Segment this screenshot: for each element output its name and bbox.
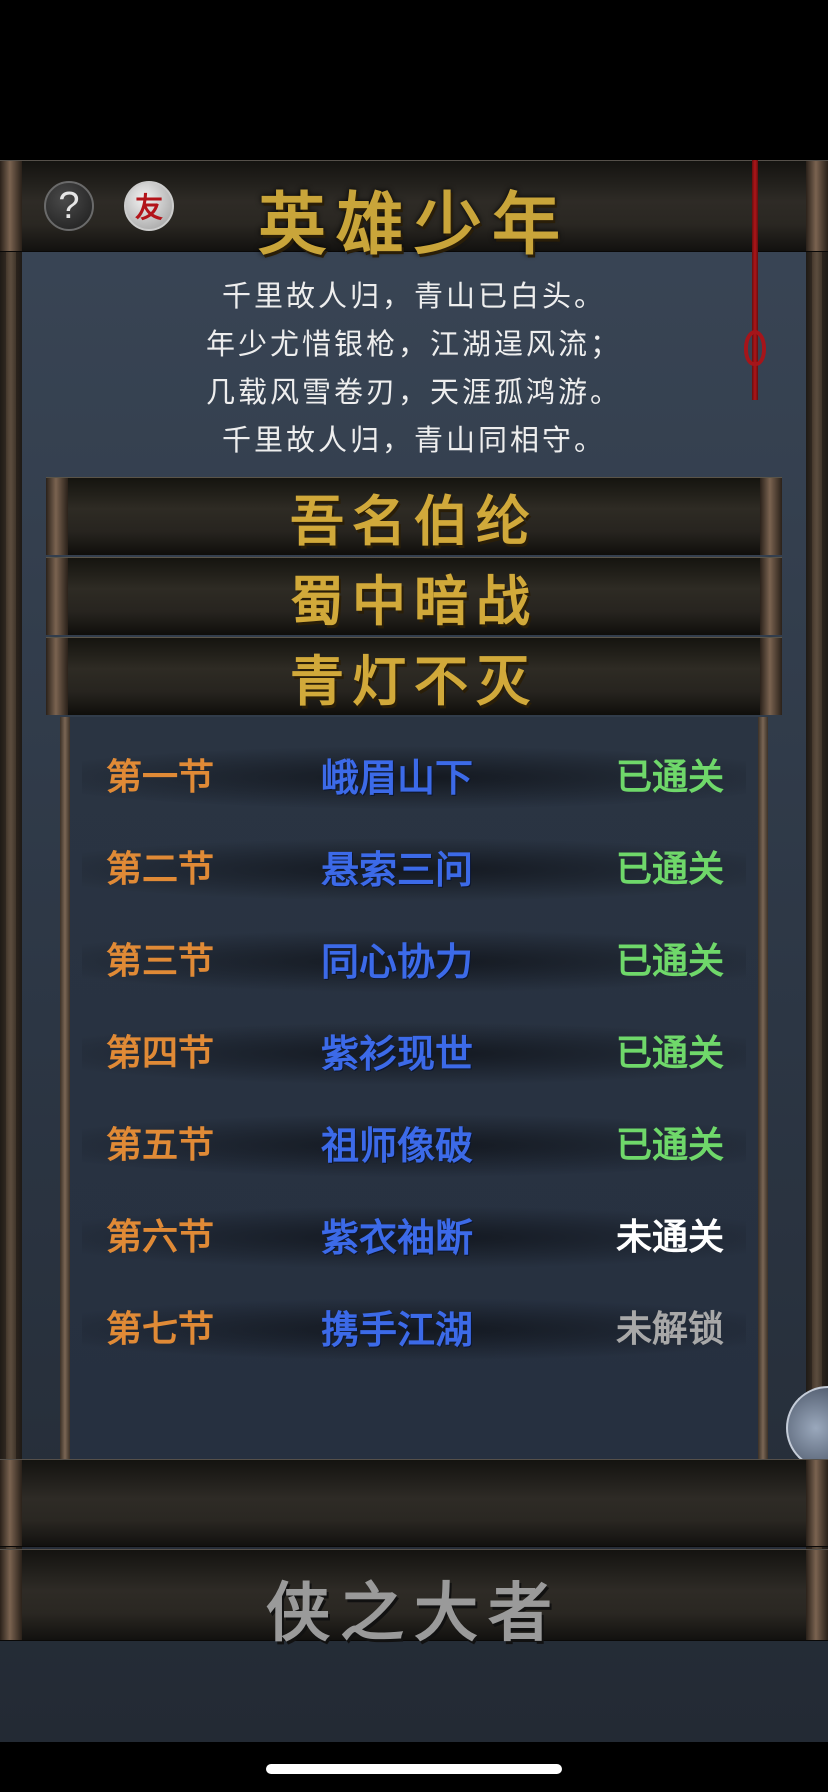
title-bar: ? 友 英雄少年	[0, 160, 828, 265]
scroll-cap-right	[760, 478, 782, 555]
section-name: 同心协力	[320, 939, 473, 984]
poem-line: 几载风雪卷刃，天涯孤鸿游。	[205, 375, 622, 409]
scroll-cap-left	[46, 478, 68, 555]
empty-chapter-bar	[0, 1459, 828, 1547]
section-name: 悬索三问	[320, 847, 473, 892]
section-row[interactable]: 第二节 悬索三问 已通关	[82, 831, 746, 901]
chapter-label: 吾名伯纶	[290, 489, 538, 553]
section-number: 第二节	[106, 849, 215, 890]
next-story-title: 侠之大者	[266, 1576, 562, 1651]
scroll-cap-right	[760, 558, 782, 635]
section-status: 未解锁	[615, 1309, 724, 1350]
section-number: 第六节	[106, 1217, 215, 1258]
section-status: 已通关	[615, 941, 724, 982]
section-row[interactable]: 第五节 祖师像破 已通关	[82, 1107, 746, 1177]
intro-poem: 千里故人归，青山已白头。 年少尤惜银枪，江湖逞风流； 几载风雪卷刃，天涯孤鸿游。…	[0, 272, 828, 464]
section-row[interactable]: 第一节 峨眉山下 已通关	[82, 739, 746, 809]
section-row[interactable]: 第六节 紫衣袖断 未通关	[82, 1199, 746, 1269]
section-number: 第三节	[106, 941, 215, 982]
scroll-cap-left	[46, 638, 68, 715]
next-story-bar[interactable]: 侠之大者	[0, 1549, 828, 1651]
scroll-cap-right	[806, 1460, 828, 1546]
section-number: 第四节	[106, 1033, 215, 1074]
page-title: 英雄少年	[257, 185, 570, 265]
section-row-locked[interactable]: 第七节 携手江湖 未解锁	[82, 1291, 746, 1361]
section-row[interactable]: 第四节 紫衫现世 已通关	[82, 1015, 746, 1085]
chapter-item[interactable]: 蜀中暗战	[46, 557, 782, 635]
section-status: 已通关	[615, 1033, 724, 1074]
section-status: 已通关	[615, 757, 724, 798]
scroll-cap-left	[0, 1460, 22, 1546]
section-name: 峨眉山下	[320, 755, 473, 800]
section-row[interactable]: 第三节 同心协力 已通关	[82, 923, 746, 993]
section-number: 第一节	[106, 757, 215, 798]
chapter-item[interactable]: 吾名伯纶	[46, 477, 782, 555]
section-name: 携手江湖	[320, 1307, 473, 1352]
section-number: 第五节	[106, 1125, 215, 1166]
section-status: 未通关	[615, 1217, 724, 1258]
chapter-item-expanded[interactable]: 青灯不灭	[46, 637, 782, 715]
home-indicator[interactable]	[266, 1764, 562, 1774]
scroll-cap-right	[760, 638, 782, 715]
section-name: 紫衣袖断	[320, 1215, 473, 1260]
section-name: 祖师像破	[320, 1123, 473, 1168]
section-list: 第一节 峨眉山下 已通关 第二节 悬索三问 已通关 第三节 同心协力 已通关 第…	[60, 717, 768, 1459]
poem-line: 千里故人归，青山同相守。	[221, 423, 606, 457]
poem-line: 千里故人归，青山已白头。	[221, 279, 606, 313]
section-number: 第七节	[106, 1309, 215, 1350]
section-name: 紫衫现世	[320, 1031, 473, 1076]
section-status: 已通关	[615, 1125, 724, 1166]
section-status: 已通关	[615, 849, 724, 890]
chapter-label: 蜀中暗战	[290, 569, 538, 633]
scroll-cap-left	[46, 558, 68, 635]
chapter-label: 青灯不灭	[290, 649, 538, 713]
poem-line: 年少尤惜银枪，江湖逞风流；	[205, 327, 622, 361]
